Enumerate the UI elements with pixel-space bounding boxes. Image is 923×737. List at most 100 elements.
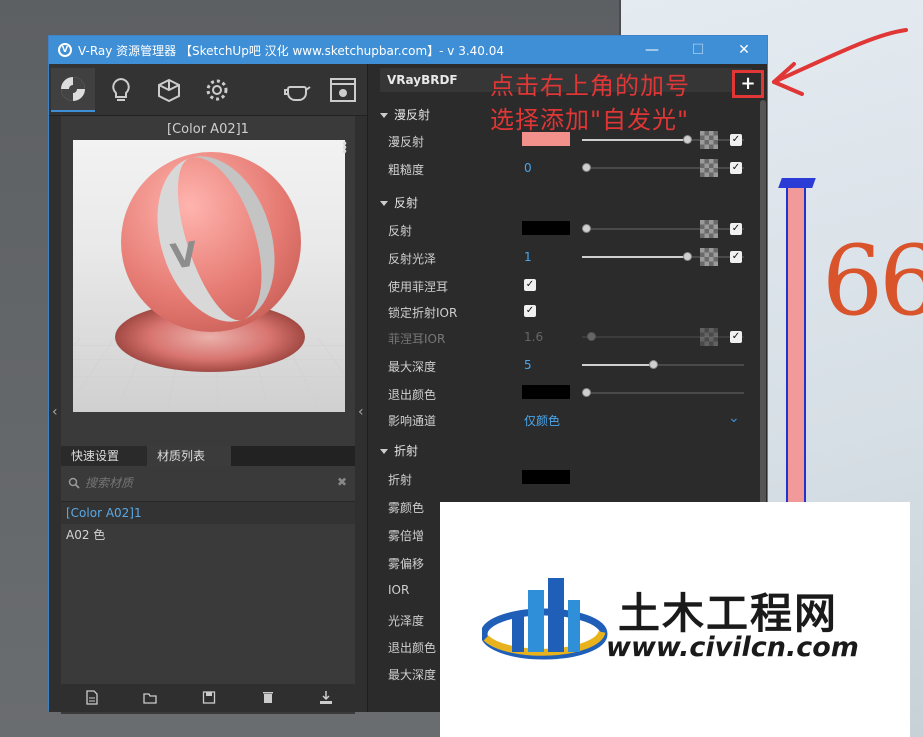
new-file-icon[interactable] [85, 690, 99, 705]
row-label: 反射光泽 [388, 252, 437, 266]
row-label: 锁定折射IOR [388, 306, 458, 320]
close-icon[interactable]: ✕ [721, 36, 767, 64]
texture-map-icon [700, 328, 718, 346]
reflection-color-swatch[interactable] [522, 221, 570, 235]
maximize-icon[interactable]: ☐ [675, 36, 721, 64]
delete-icon[interactable] [261, 690, 275, 705]
use-fresnel-checkbox[interactable]: ✓ [524, 279, 536, 291]
search-icon [68, 477, 80, 489]
row-lock-ior: 锁定折射IOR ✓ [388, 302, 744, 322]
add-layer-button[interactable]: + [732, 70, 764, 98]
row-refraction: 折射 [388, 469, 744, 489]
row-label: 使用菲涅耳 [388, 280, 449, 294]
search-input[interactable] [85, 476, 335, 490]
pink-pillar [778, 178, 816, 508]
row-label: 反射 [388, 224, 413, 238]
material-preview-image: V [73, 140, 345, 412]
glossiness-value[interactable]: 1 [524, 250, 532, 264]
exit-color-slider[interactable] [582, 388, 744, 397]
section-diffuse[interactable]: 漫反射 [380, 106, 430, 123]
fresnel-ior-slider [582, 332, 744, 341]
exit-color-swatch[interactable] [522, 385, 570, 399]
vray-logo-icon: V [58, 43, 72, 57]
clear-search-icon[interactable]: ✖ [337, 475, 347, 489]
texture-map-icon[interactable] [700, 159, 718, 177]
glossiness-slider[interactable] [582, 252, 744, 261]
collapse-right-icon[interactable]: ‹ [358, 404, 364, 420]
scene-number-text: 66 [822, 225, 923, 337]
row-label: IOR [388, 583, 410, 597]
fresnel-ior-value: 1.6 [524, 330, 544, 344]
row-reflection-color: 反射 ✓ [388, 220, 744, 240]
enable-checkbox[interactable]: ✓ [730, 134, 742, 146]
collapse-left-icon[interactable]: ‹ [52, 404, 58, 420]
lock-ior-checkbox[interactable]: ✓ [524, 305, 536, 317]
row-exit-color: 退出颜色 [388, 384, 744, 404]
row-label: 雾倍增 [388, 529, 425, 543]
row-max-depth: 最大深度 5 [388, 356, 744, 376]
row-label: 粗糙度 [388, 163, 425, 177]
save-icon[interactable] [202, 690, 216, 705]
enable-checkbox[interactable]: ✓ [730, 223, 742, 235]
left-footer-bar [49, 684, 367, 712]
chevron-down-icon[interactable]: ⌄ [728, 410, 740, 426]
row-label: 影响通道 [388, 414, 437, 428]
civilcn-logo [482, 578, 608, 660]
max-depth-value[interactable]: 5 [524, 358, 532, 372]
row-label: 光泽度 [388, 614, 425, 628]
row-label: 退出颜色 [388, 641, 437, 655]
row-reflection-glossiness: 反射光泽 1 ✓ [388, 248, 744, 268]
texture-map-icon[interactable] [700, 248, 718, 266]
row-label: 最大深度 [388, 668, 437, 682]
left-tabs: 快速设置 材质列表 [61, 446, 355, 466]
row-label: 雾颜色 [388, 501, 425, 515]
annotation-arrow-icon [772, 28, 908, 96]
max-depth-slider[interactable] [582, 360, 744, 369]
title-bar[interactable]: V V-Ray 资源管理器 【SketchUp吧 汉化 www.sketchup… [49, 36, 767, 64]
roughness-slider[interactable] [582, 163, 744, 172]
affect-channels-select[interactable]: 仅颜色 [524, 412, 560, 429]
row-label: 漫反射 [388, 135, 425, 149]
row-roughness: 粗糙度 0 ✓ [388, 159, 744, 179]
materials-icon[interactable] [51, 68, 95, 112]
row-label: 折射 [388, 473, 413, 487]
list-item[interactable]: A02 色 [61, 524, 355, 546]
settings-icon[interactable] [195, 68, 239, 112]
enable-checkbox[interactable]: ✓ [730, 162, 742, 174]
minimize-icon[interactable]: — [629, 36, 675, 64]
section-reflection[interactable]: 反射 [380, 194, 418, 211]
tab-quick-settings[interactable]: 快速设置 [61, 446, 147, 466]
diffuse-slider[interactable] [582, 135, 744, 144]
row-label: 菲涅耳IOR [388, 332, 446, 346]
open-folder-icon[interactable] [143, 690, 157, 705]
material-list: [Color A02]1 A02 色 [61, 502, 355, 714]
scrollbar[interactable] [760, 100, 766, 530]
watermark-panel: 土木工程网 www.civilcn.com [440, 502, 910, 737]
material-preview-panel: [Color A02]1 V • • • [61, 116, 355, 446]
row-label: 最大深度 [388, 360, 437, 374]
roughness-value[interactable]: 0 [524, 161, 532, 175]
list-item[interactable]: [Color A02]1 [61, 502, 355, 524]
import-icon[interactable] [319, 690, 333, 705]
enable-checkbox[interactable]: ✓ [730, 331, 742, 343]
lights-icon[interactable] [99, 68, 143, 112]
category-toolbar [49, 64, 367, 116]
annotation-line-1: 点击右上角的加号 [490, 72, 690, 100]
geometry-icon[interactable] [147, 68, 191, 112]
texture-map-icon[interactable] [700, 131, 718, 149]
texture-map-icon[interactable] [700, 220, 718, 238]
render-teapot-icon[interactable] [275, 68, 319, 112]
row-affect-channels: 影响通道 仅颜色 ⌄ [388, 410, 744, 430]
enable-checkbox[interactable]: ✓ [730, 251, 742, 263]
row-use-fresnel: 使用菲涅耳 ✓ [388, 276, 744, 296]
render-window-icon[interactable] [321, 68, 365, 112]
section-refraction[interactable]: 折射 [380, 442, 418, 459]
annotation-line-2: 选择添加"自发光" [490, 106, 690, 134]
row-fresnel-ior: 菲涅耳IOR 1.6 ✓ [388, 328, 744, 348]
preview-title: [Color A02]1 [167, 122, 249, 137]
reflection-slider[interactable] [582, 224, 744, 233]
brdf-title: VRayBRDF [387, 73, 458, 87]
tab-material-list[interactable]: 材质列表 [147, 446, 231, 466]
preview-menu-icon[interactable]: • • • [341, 138, 348, 158]
refraction-color-swatch[interactable] [522, 470, 570, 484]
